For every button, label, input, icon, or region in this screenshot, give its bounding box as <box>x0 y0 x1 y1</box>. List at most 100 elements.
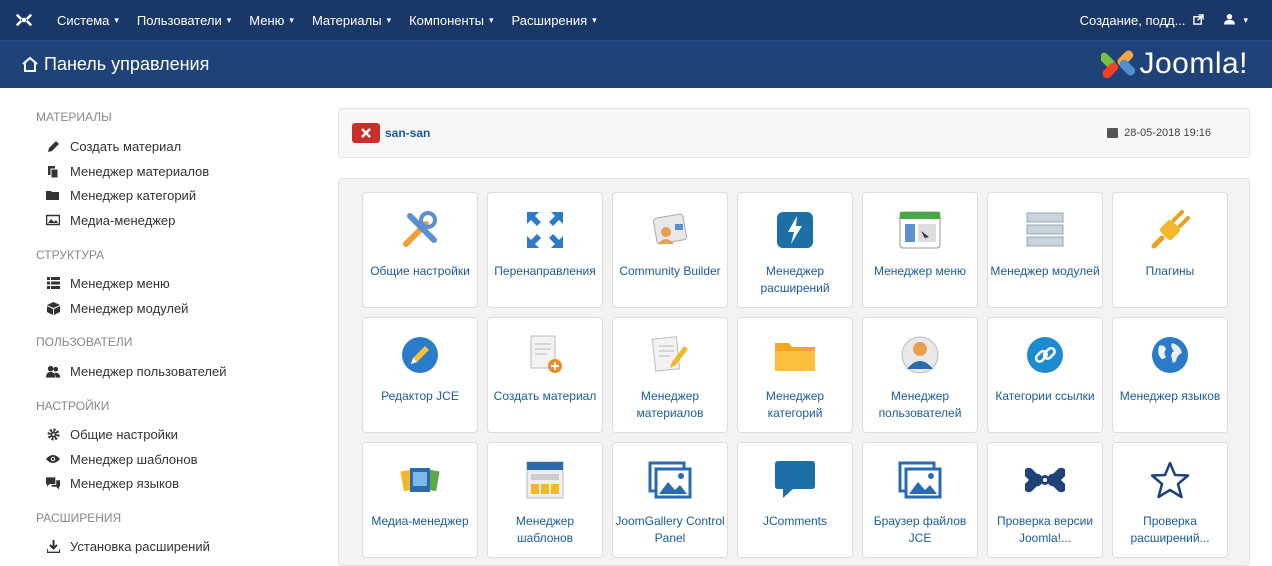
users-icon <box>46 364 60 378</box>
link-icon <box>1025 332 1065 378</box>
tile-template-manager[interactable]: Менеджер шаблонов <box>487 442 603 558</box>
tile-jcomments[interactable]: JComments <box>737 442 853 558</box>
logout-user-button[interactable] <box>352 123 380 143</box>
image-icon <box>46 213 60 227</box>
caret-down-icon: ▾ <box>1243 14 1248 25</box>
menu-content[interactable]: Материалы ▾ <box>303 0 400 40</box>
sidebar-item-user-manager[interactable]: Менеджер пользователей <box>0 359 226 384</box>
sidebar-item-media-manager[interactable]: Медиа-менеджер <box>0 208 175 233</box>
tile-jce-file-browser[interactable]: Браузер файлов JCE <box>862 442 978 558</box>
tile-joomgallery[interactable]: JoomGallery Control Panel <box>612 442 728 558</box>
sidebar-item-label: Менеджер языков <box>70 475 179 491</box>
sidebar-item-label: Менеджер шаблонов <box>70 451 198 467</box>
close-icon <box>361 128 371 138</box>
tile-label: Перенаправления <box>494 264 596 278</box>
tile-label: JoomGallery Control Panel <box>615 514 725 545</box>
login-date: 28-05-2018 19:16 <box>1107 127 1211 139</box>
tile-menu-manager[interactable]: Менеджер меню <box>862 192 978 308</box>
sidebar-item-language-manager[interactable]: Менеджер языков <box>0 471 179 496</box>
globe-icon <box>1150 332 1190 378</box>
joomla-brand-icon[interactable] <box>0 0 48 40</box>
user-menu[interactable]: ▾ <box>1214 0 1272 40</box>
lightning-icon <box>776 207 814 253</box>
gear-icon <box>46 427 60 441</box>
tile-label: Community Builder <box>619 264 721 278</box>
tile-label: Медиа-менеджер <box>371 514 469 528</box>
sidebar-item-label: Менеджер категорий <box>70 187 197 203</box>
logged-in-users-bar: san-san 28-05-2018 19:16 <box>338 108 1250 158</box>
sidebar-section-extensions: РАСШИРЕНИЯ <box>36 511 122 525</box>
sidebar-item-label: Менеджер модулей <box>70 300 189 316</box>
sidebar-item-label: Создать материал <box>70 138 182 154</box>
menu-label: Система <box>57 12 110 28</box>
star-icon <box>1150 457 1190 503</box>
speech-bubble-icon <box>773 457 817 503</box>
tile-category-manager[interactable]: Менеджер категорий <box>737 317 853 433</box>
menu-label: Материалы <box>311 12 382 28</box>
tile-label: Менеджер категорий <box>765 389 825 420</box>
tile-media-manager[interactable]: Медиа-менеджер <box>362 442 478 558</box>
window-menu-icon <box>899 207 941 253</box>
tile-language-manager[interactable]: Менеджер языков <box>1112 317 1228 433</box>
plug-icon <box>1150 207 1190 253</box>
menu-label: Пользователи <box>136 12 222 28</box>
joomla-icon <box>1025 457 1065 503</box>
calendar-icon <box>1107 128 1119 138</box>
template-icon <box>525 457 565 503</box>
tile-label: Менеджер шаблонов <box>515 514 575 545</box>
sidebar-section-users: ПОЛЬЗОВАТЕЛИ <box>36 335 133 349</box>
tile-user-manager[interactable]: Менеджер пользователей <box>862 317 978 433</box>
tile-label: Категории ссылки <box>995 389 1095 403</box>
sidebar-item-menu-manager[interactable]: Менеджер меню <box>0 271 170 296</box>
joomla-logo-text: Joomla! <box>1139 47 1248 80</box>
tile-global-configuration[interactable]: Общие настройки <box>362 192 478 308</box>
menu-label: Компоненты <box>409 12 484 28</box>
tile-label: Редактор JCE <box>381 389 459 403</box>
tile-link-categories[interactable]: Категории ссылки <box>987 317 1103 433</box>
sidebar-item-install-extensions[interactable]: Установка расширений <box>0 534 210 559</box>
caret-down-icon: ▾ <box>226 14 232 25</box>
tile-label: Менеджер материалов <box>636 389 704 420</box>
tile-label: Менеджер модулей <box>990 264 1100 278</box>
copy-icon <box>46 164 60 178</box>
tile-plugins[interactable]: Плагины <box>1112 192 1228 308</box>
sidebar-item-template-manager[interactable]: Менеджер шаблонов <box>0 447 197 472</box>
tile-extension-manager[interactable]: Менеджер расширений <box>737 192 853 308</box>
tile-label: Менеджер языков <box>1119 389 1221 403</box>
tile-module-manager[interactable]: Менеджер модулей <box>987 192 1103 308</box>
tile-extension-check[interactable]: Проверка расширений... <box>1112 442 1228 558</box>
sidebar-item-category-manager[interactable]: Менеджер категорий <box>0 183 196 208</box>
image-browser-icon <box>898 457 942 503</box>
tile-label: Менеджер меню <box>873 264 967 278</box>
tile-article-manager[interactable]: Менеджер материалов <box>612 317 728 433</box>
sidebar-item-article-manager[interactable]: Менеджер материалов <box>0 159 209 184</box>
tile-jce-editor[interactable]: Редактор JCE <box>362 317 478 433</box>
menu-components[interactable]: Компоненты ▾ <box>400 0 502 40</box>
tile-community-builder[interactable]: Community Builder <box>612 192 728 308</box>
sidebar-item-label: Менеджер меню <box>70 275 170 291</box>
external-link-icon <box>1193 13 1205 28</box>
site-link[interactable]: Создание, подд... <box>1070 0 1215 40</box>
tools-icon <box>400 207 440 253</box>
sidebar: МАТЕРИАЛЫ Создать материал Менеджер мате… <box>0 88 320 566</box>
username-link[interactable]: san-san <box>385 126 430 140</box>
caret-down-icon: ▾ <box>592 14 597 25</box>
tile-joomla-version-check[interactable]: Проверка версии Joomla!... <box>987 442 1103 558</box>
sidebar-item-global-config[interactable]: Общие настройки <box>0 422 178 447</box>
sidebar-item-label: Медиа-менеджер <box>70 212 176 228</box>
folder-icon <box>774 332 816 378</box>
list-icon <box>46 276 60 290</box>
menu-users[interactable]: Пользователи ▾ <box>128 0 240 40</box>
sidebar-item-label: Установка расширений <box>70 538 210 554</box>
tile-redirects[interactable]: Перенаправления <box>487 192 603 308</box>
menu-system[interactable]: Система ▾ <box>48 0 128 40</box>
sidebar-item-label: Менеджер материалов <box>70 163 210 179</box>
tile-label: Менеджер пользователей <box>878 389 962 420</box>
sidebar-item-create-article[interactable]: Создать материал <box>0 134 181 159</box>
menu-label: Расширения <box>511 12 588 28</box>
menu-menus[interactable]: Меню ▾ <box>240 0 303 40</box>
sidebar-item-module-manager[interactable]: Менеджер модулей <box>0 296 188 321</box>
tile-create-article[interactable]: Создать материал <box>487 317 603 433</box>
new-document-icon <box>525 332 565 378</box>
menu-extensions[interactable]: Расширения ▾ <box>503 0 606 40</box>
